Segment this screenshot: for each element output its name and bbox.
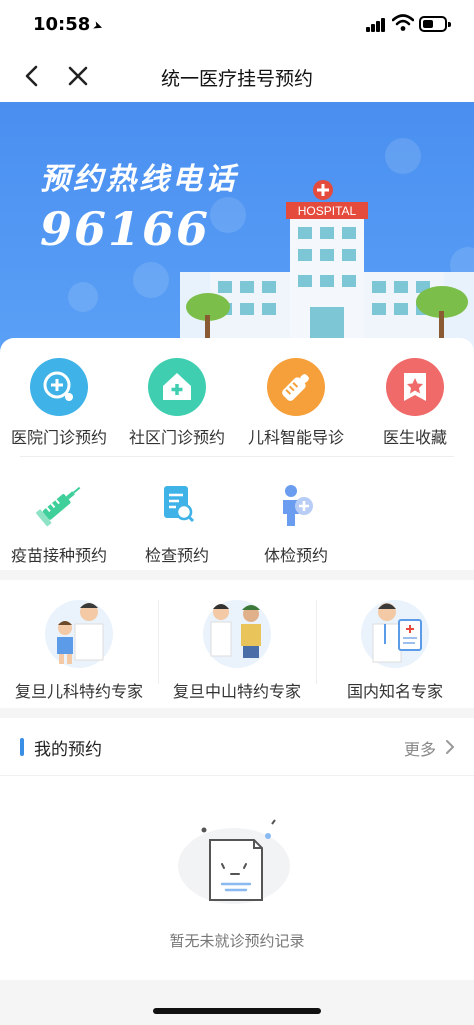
service-vaccine[interactable]: 疫苗接种预约	[0, 476, 118, 566]
hospital-plus-icon	[30, 358, 88, 416]
section-header: 我的预约 更多	[0, 718, 474, 776]
battery-icon	[419, 16, 451, 32]
empty-record-illustration	[178, 819, 290, 904]
service-examination[interactable]: 检查预约	[118, 476, 236, 566]
service-label: 检查预约	[144, 546, 209, 565]
service-label: 医院门诊预约	[10, 428, 107, 447]
empty-state-text: 暂无未就诊预约记录	[169, 932, 305, 950]
service-community-outpatient[interactable]: 社区门诊预约	[118, 358, 236, 448]
my-appointments-section: 我的预约 更多 暂无未就诊预约记录	[0, 718, 474, 980]
person-plus-icon	[267, 476, 325, 534]
hospital-sign: HOSPITAL	[298, 204, 357, 218]
report-search-icon	[148, 476, 206, 534]
decor-bubble	[68, 282, 98, 312]
status-bar: 10:58➤	[0, 0, 474, 50]
wifi-icon	[392, 14, 414, 31]
service-favorite-doctors[interactable]: 医生收藏	[356, 358, 474, 448]
service-label: 体检预约	[263, 546, 328, 565]
decor-bubble	[385, 138, 421, 174]
expert-national-renowned[interactable]: 国内知名专家	[316, 592, 474, 701]
experts-section: 复旦儿科特约专家 复旦中山特约专家 国内知名专家	[0, 580, 474, 708]
bookmark-star-icon	[386, 358, 444, 416]
service-label: 疫苗接种预约	[10, 546, 107, 565]
decor-bubble	[133, 262, 169, 298]
doctor-clipboard-illustration	[361, 600, 429, 668]
hotline-banner[interactable]: 预约热线电话 96166 HOSPITAL	[0, 102, 474, 352]
location-arrow-icon: ➤	[91, 17, 106, 35]
more-link[interactable]: 更多	[404, 736, 436, 760]
service-physical-exam[interactable]: 体检预约	[237, 476, 355, 566]
cellular-signal-icon	[366, 18, 386, 32]
home-indicator[interactable]	[153, 1008, 321, 1014]
service-pediatric-guide[interactable]: 儿科智能导诊	[237, 358, 355, 448]
status-time: 10:58➤	[33, 14, 106, 35]
baby-bottle-icon	[267, 358, 325, 416]
service-hospital-outpatient[interactable]: 医院门诊预约	[0, 358, 118, 448]
divider	[20, 456, 454, 457]
service-label: 医生收藏	[382, 428, 447, 447]
expert-fudan-pediatrics[interactable]: 复旦儿科特约专家	[0, 592, 158, 701]
chevron-right-icon[interactable]	[444, 738, 456, 756]
expert-fudan-zhongshan[interactable]: 复旦中山特约专家	[158, 592, 316, 701]
services-card: 医院门诊预约 社区门诊预约 儿科智能导诊 医生收藏 疫苗接种预约 检查预约 体检…	[0, 338, 474, 570]
expert-label: 复旦儿科特约专家	[14, 682, 143, 701]
doctor-child-illustration	[45, 600, 113, 668]
section-title: 我的预约	[34, 740, 102, 760]
service-label: 社区门诊预约	[128, 428, 225, 447]
syringe-icon	[30, 476, 88, 534]
expert-label: 复旦中山特约专家	[172, 682, 301, 701]
service-label: 儿科智能导诊	[247, 428, 344, 447]
page-title: 统一医疗挂号预约	[160, 68, 313, 90]
nav-bar: 统一医疗挂号预约	[0, 50, 474, 102]
expert-label: 国内知名专家	[346, 682, 443, 701]
hospital-building-illustration: HOSPITAL	[180, 180, 474, 352]
doctor-patient-illustration	[203, 600, 271, 668]
home-plus-icon	[148, 358, 206, 416]
accent-bar	[20, 738, 24, 756]
